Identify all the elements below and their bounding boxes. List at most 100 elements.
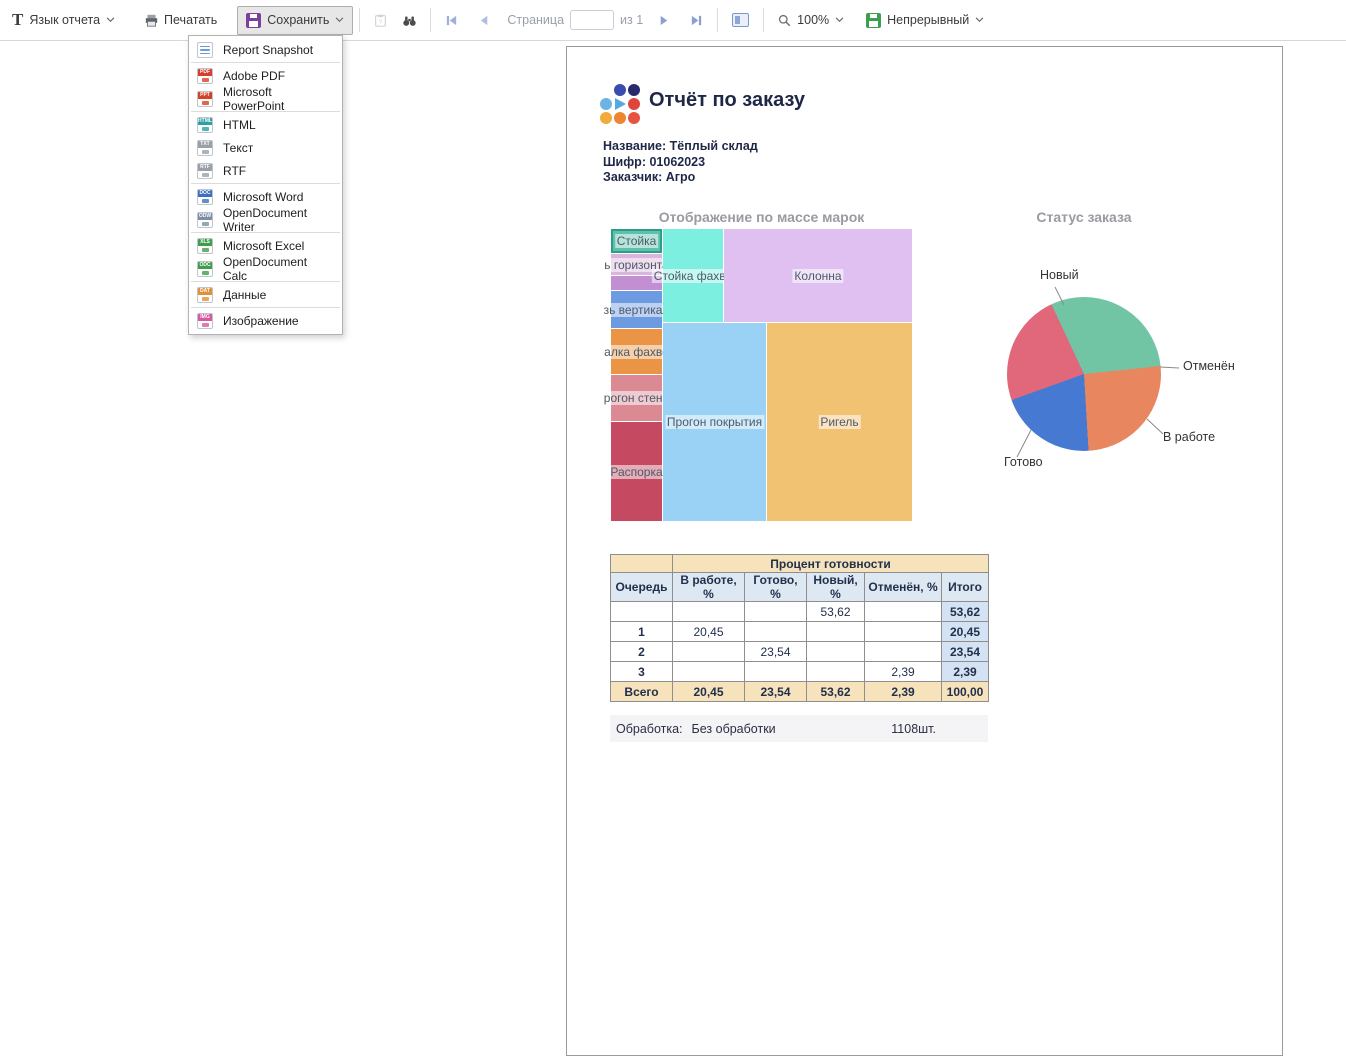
data-icon: DAT — [197, 287, 213, 303]
menu-item-rtf[interactable]: RTFRTF — [189, 159, 342, 182]
menu-item-label: Microsoft Excel — [223, 239, 304, 253]
report-language-label: Язык отчета — [29, 13, 100, 27]
table-row: 223,5423,54 — [611, 642, 989, 662]
print-label: Печатать — [164, 13, 217, 27]
menu-item-label: Данные — [223, 288, 266, 302]
treemap-block-label: зь вертикал — [602, 303, 672, 317]
last-page-button[interactable] — [682, 8, 711, 33]
menu-item-html[interactable]: HTMLHTML — [189, 113, 342, 136]
menu-separator — [191, 307, 340, 308]
treemap-block-svyaz-vertikalnaya[interactable]: зь вертикал — [611, 291, 662, 328]
treemap-block-stojka-fahverka[interactable]: Стойка фахве — [663, 229, 723, 322]
treemap-chart: Стойкаь горизонтазь вертикалалка фахверо… — [611, 229, 912, 521]
adobe-pdf-icon: PDF — [197, 68, 213, 84]
menu-item-label: Изображение — [223, 314, 299, 328]
treemap-block-progon-stenovoj[interactable]: рогон стено — [611, 375, 662, 421]
magnifier-icon — [778, 14, 791, 27]
opendocument-writer-icon: ODW — [197, 212, 213, 228]
menu-item-label: Текст — [223, 141, 253, 155]
treemap-block-rigel[interactable]: Ригель — [767, 323, 912, 521]
treemap-block-label: Ригель — [818, 415, 860, 429]
thumbnails-panel-button[interactable] — [724, 7, 757, 33]
chevron-down-icon — [835, 17, 844, 23]
column-header: Очередь — [611, 573, 673, 602]
clipboard-icon: ? — [374, 14, 387, 27]
table-row: 53,6253,62 — [611, 602, 989, 622]
treemap-block-label: Колонна — [792, 269, 843, 283]
opendocument-calc-icon: ODC — [197, 261, 213, 277]
treemap-title: Отображение по массе марок — [611, 209, 912, 225]
field-name: Название: Тёплый склад — [603, 139, 758, 155]
chevron-down-icon — [106, 17, 115, 23]
treemap-block-balka-fahverka[interactable]: алка фахве — [611, 329, 662, 374]
clipboard-button: ? — [366, 8, 395, 33]
table-cell — [865, 642, 942, 662]
first-page-button[interactable] — [437, 8, 466, 33]
table-cell — [673, 662, 745, 682]
view-mode-label: Непрерывный — [887, 13, 969, 27]
menu-separator — [191, 62, 340, 63]
print-button[interactable]: Печатать — [137, 7, 225, 33]
previous-page-icon — [478, 14, 491, 27]
text-icon: TXT — [197, 140, 213, 156]
menu-item-report-snapshot[interactable]: Report Snapshot — [189, 38, 342, 61]
find-button[interactable] — [395, 8, 424, 33]
field-code: Шифр: 01062023 — [603, 155, 758, 171]
rtf-icon: RTF — [197, 163, 213, 179]
menu-separator — [191, 183, 340, 184]
table-cell — [673, 602, 745, 622]
previous-page-button[interactable] — [470, 8, 499, 33]
view-mode-button[interactable]: Непрерывный — [858, 7, 992, 34]
toolbar-separator — [430, 8, 431, 32]
table-cell — [865, 602, 942, 622]
next-page-button[interactable] — [649, 8, 678, 33]
table-row: 120,4520,45 — [611, 622, 989, 642]
column-header: Новый, % — [807, 573, 865, 602]
table-cell: 20,45 — [942, 622, 989, 642]
table-cell — [745, 622, 807, 642]
treemap-block-stojka[interactable]: Стойка — [611, 229, 662, 253]
next-page-icon — [657, 14, 670, 27]
company-logo — [600, 84, 644, 124]
menu-item-microsoft-powerpoint[interactable]: PPTMicrosoft PowerPoint — [189, 87, 342, 110]
pie-label-inprogress: В работе — [1163, 430, 1215, 444]
table-cell: 23,54 — [745, 682, 807, 702]
zoom-button[interactable]: 100% — [770, 7, 852, 33]
report-language-button[interactable]: T Язык отчета — [4, 6, 123, 34]
image-icon: IMG — [197, 313, 213, 329]
processing-value: Без обработки — [692, 722, 776, 736]
table-cell: 100,00 — [942, 682, 989, 702]
menu-item-opendocument-calc[interactable]: ODCOpenDocument Calc — [189, 257, 342, 280]
report-fields: Название: Тёплый склад Шифр: 01062023 За… — [603, 139, 758, 186]
menu-item-data[interactable]: DAT Данные — [189, 283, 342, 306]
table-cell: 20,45 — [673, 682, 745, 702]
table-cell: 23,54 — [942, 642, 989, 662]
page-number-input[interactable] — [570, 10, 614, 30]
field-customer: Заказчик: Агро — [603, 170, 758, 186]
column-header: В работе, % — [673, 573, 745, 602]
menu-item-image[interactable]: IMG Изображение — [189, 309, 342, 332]
save-button[interactable]: Сохранить — [237, 6, 353, 35]
table-cell: 2,39 — [942, 662, 989, 682]
binoculars-icon — [403, 14, 416, 27]
table-cell — [807, 622, 865, 642]
menu-item-text[interactable]: TXT Текст — [189, 136, 342, 159]
table-title-row: Процент готовности — [611, 555, 989, 573]
table-cell: Всего — [611, 682, 673, 702]
continuous-mode-icon — [866, 13, 881, 28]
menu-item-opendocument-writer[interactable]: ODWOpenDocument Writer — [189, 208, 342, 231]
thumbnails-panel-icon — [732, 13, 749, 27]
table-title-cell: Процент готовности — [673, 555, 989, 573]
treemap-block-rasporka[interactable]: Распорка — [611, 422, 662, 521]
menu-item-label: HTML — [223, 118, 256, 132]
pie-label-done: Готово — [1004, 455, 1043, 469]
table-header-row: ОчередьВ работе, %Готово, %Новый, %Отмен… — [611, 573, 989, 602]
table-cell — [807, 662, 865, 682]
treemap-block-progon-pokrytiya[interactable]: Прогон покрытия — [663, 323, 766, 521]
table-cell: 53,62 — [807, 602, 865, 622]
last-page-icon — [690, 14, 703, 27]
table-cell — [673, 642, 745, 662]
table-cell — [865, 622, 942, 642]
treemap-block-kolonna[interactable]: Колонна — [724, 229, 912, 322]
report-snapshot-icon — [197, 42, 213, 58]
